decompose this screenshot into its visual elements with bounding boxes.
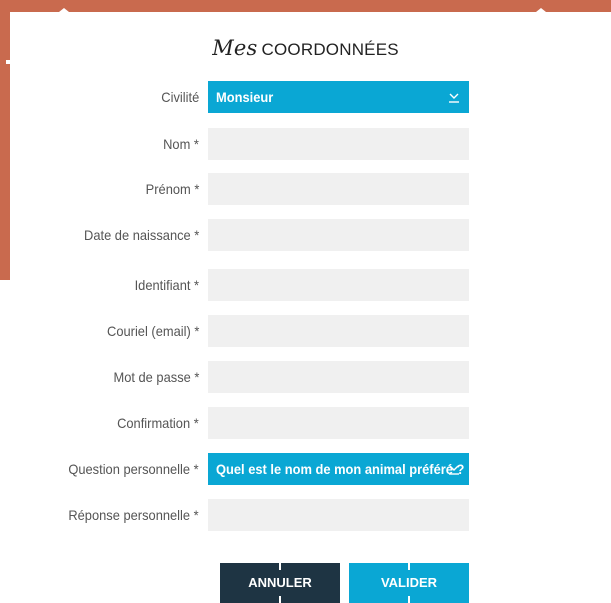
identifiant-label: Identifiant * [134,277,199,293]
page-title-caps: COORDONNÉES [261,40,399,59]
confirmation-label: Confirmation * [117,415,199,431]
chevron-down-icon [449,465,459,475]
date-naissance-input[interactable] [208,219,469,251]
civilite-select[interactable]: Monsieur [208,81,469,113]
prenom-label: Prénom * [145,181,199,197]
cancel-button-label: ANNULER [248,575,312,590]
form-row-civilite: Civilité Monsieur [0,81,611,113]
form-row-mot-de-passe: Mot de passe * [0,361,611,393]
nom-input[interactable] [208,128,469,160]
form-row-courriel: Couriel (email) * [0,315,611,347]
page-title-script: Mes [212,36,258,60]
frame-notch [54,8,74,16]
mot-de-passe-label: Mot de passe * [113,369,199,385]
question-label: Question personnelle * [68,461,199,477]
form-row-date-naissance: Date de naissance * [0,219,611,251]
form-row-question: Question personnelle * Quel est le nom d… [0,453,611,485]
form-row-prenom: Prénom * [0,173,611,205]
submit-button-label: VALIDER [380,575,438,590]
question-select[interactable]: Quel est le nom de mon animal préféré ? [208,453,469,485]
courriel-label: Couriel (email) * [106,323,199,339]
question-value: Quel est le nom de mon animal préféré ? [216,461,465,477]
chevron-down-icon [449,93,459,103]
courriel-input[interactable] [208,315,469,347]
button-tick [279,563,281,570]
button-tick [408,563,410,570]
identifiant-input[interactable] [208,269,469,301]
reponse-input[interactable] [208,499,469,531]
submit-button[interactable]: VALIDER [349,563,469,603]
civilite-label: Civilité [161,89,199,105]
civilite-value: Monsieur [216,89,274,105]
reponse-label: Réponse personnelle * [68,507,199,523]
page-title: Mes COORDONNÉES [0,36,611,60]
cancel-button[interactable]: ANNULER [220,563,340,603]
prenom-input[interactable] [208,173,469,205]
frame-notch [531,8,551,16]
form-row-nom: Nom * [0,128,611,160]
confirmation-input[interactable] [208,407,469,439]
form-row-reponse: Réponse personnelle * [0,499,611,531]
mot-de-passe-input[interactable] [208,361,469,393]
form-row-confirmation: Confirmation * [0,407,611,439]
top-frame-bar [0,0,611,12]
form-row-identifiant: Identifiant * [0,269,611,301]
nom-label: Nom * [163,136,199,152]
date-naissance-label: Date de naissance * [83,227,199,243]
